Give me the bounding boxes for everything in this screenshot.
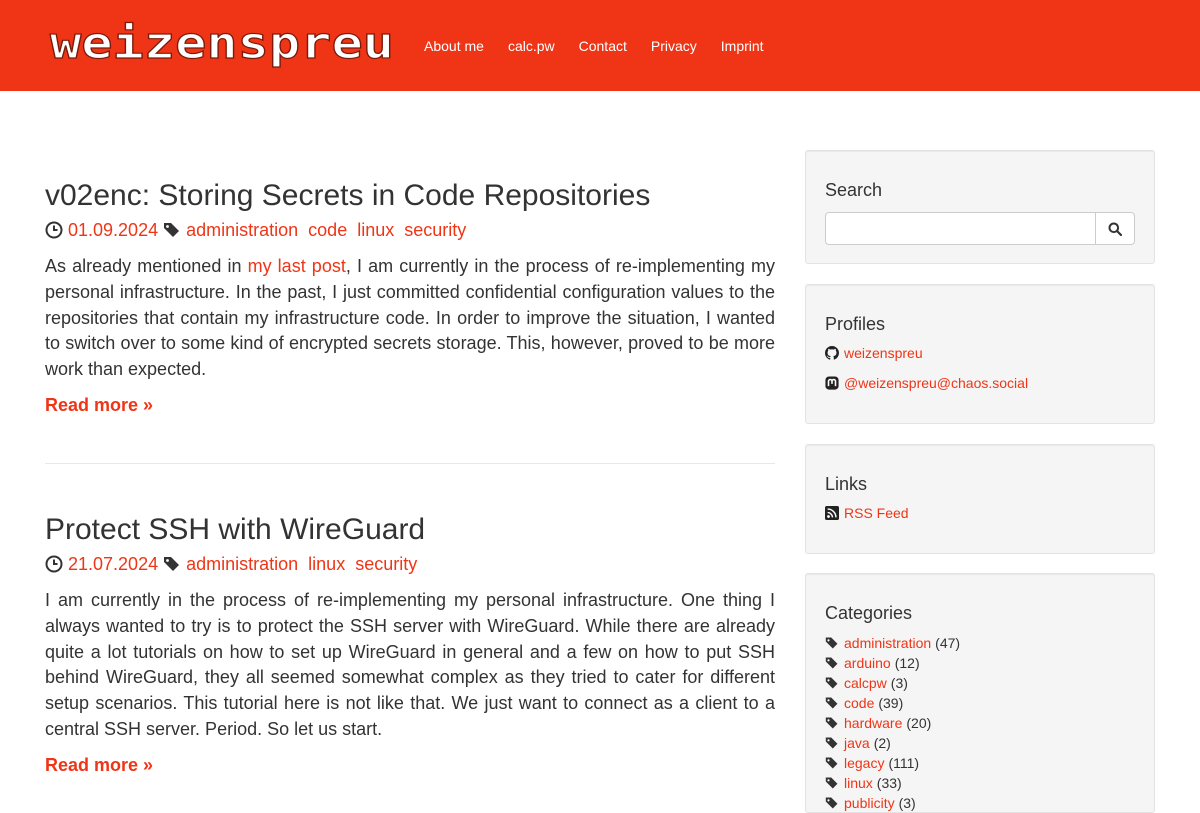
category-link[interactable]: arduino bbox=[844, 653, 891, 673]
tags-icon bbox=[164, 223, 180, 237]
category-item: code (39) bbox=[825, 693, 1135, 713]
widget-title: Links bbox=[825, 474, 868, 494]
tag-icon bbox=[825, 677, 838, 689]
post-item: v02enc: Storing Secrets in Code Reposito… bbox=[45, 178, 775, 416]
nav-about-me[interactable]: About me bbox=[412, 36, 496, 56]
tag-icon bbox=[825, 777, 838, 789]
category-list: administration (47) arduino (12) calcpw (3) co… bbox=[825, 633, 1135, 813]
category-count: (2) bbox=[873, 735, 891, 751]
category-count: (12) bbox=[894, 655, 920, 671]
excerpt-link[interactable]: my last post bbox=[248, 256, 346, 276]
category-link[interactable]: legacy bbox=[844, 753, 884, 773]
profile-link-github[interactable]: weizenspreu bbox=[844, 343, 923, 363]
brand-logo-text: weizenspreu bbox=[50, 18, 394, 69]
nav-contact[interactable]: Contact bbox=[567, 36, 639, 56]
tag-icon bbox=[825, 697, 838, 709]
category-count: (47) bbox=[935, 635, 961, 651]
search-widget: Search bbox=[805, 150, 1155, 264]
post-tag[interactable]: security bbox=[404, 220, 466, 240]
tag-icon bbox=[825, 737, 838, 749]
category-item: linux (33) bbox=[825, 773, 1135, 793]
categories-widget: Categories administration (47) arduino (12)… bbox=[805, 573, 1155, 813]
category-item: hardware (20) bbox=[825, 713, 1135, 733]
category-count: (20) bbox=[906, 715, 932, 731]
nav-links: About me calc.pw Contact Privacy Imprint bbox=[412, 0, 776, 91]
category-link[interactable]: calcpw bbox=[844, 673, 887, 693]
post-date[interactable]: 21.07.2024 bbox=[68, 552, 158, 576]
post-tag[interactable]: administration bbox=[186, 220, 298, 240]
link-item: RSS Feed bbox=[825, 503, 1135, 523]
category-item: publicity (3) bbox=[825, 793, 1135, 813]
category-count: (39) bbox=[878, 695, 904, 711]
post-tags: administration code linux security bbox=[186, 218, 471, 242]
brand-logo[interactable]: weizenspreu bbox=[48, 18, 398, 74]
nav-imprint[interactable]: Imprint bbox=[709, 36, 776, 56]
read-more-link[interactable]: Read more » bbox=[45, 755, 153, 776]
post-tag[interactable]: linux bbox=[308, 554, 345, 574]
search-icon bbox=[1108, 222, 1122, 236]
post-tag[interactable]: administration bbox=[186, 554, 298, 574]
category-link[interactable]: linux bbox=[844, 773, 873, 793]
search-button[interactable] bbox=[1096, 212, 1135, 245]
search-form bbox=[825, 212, 1135, 245]
tags-icon bbox=[164, 557, 180, 571]
profile-item: weizenspreu bbox=[825, 343, 1135, 363]
rss-icon bbox=[825, 506, 839, 520]
tag-icon bbox=[825, 657, 838, 669]
mastodon-icon bbox=[825, 376, 839, 390]
category-link[interactable]: administration bbox=[844, 633, 931, 653]
category-item: arduino (12) bbox=[825, 653, 1135, 673]
category-link[interactable]: publicity bbox=[844, 793, 895, 813]
category-count: (111) bbox=[888, 755, 920, 771]
profile-link-mastodon[interactable]: @weizenspreu@chaos.social bbox=[844, 373, 1028, 393]
profile-item: @weizenspreu@chaos.social bbox=[825, 373, 1135, 393]
post-tag[interactable]: security bbox=[355, 554, 417, 574]
category-item: administration (47) bbox=[825, 633, 1135, 653]
tag-icon bbox=[825, 717, 838, 729]
category-link[interactable]: code bbox=[844, 693, 874, 713]
tag-icon bbox=[825, 797, 838, 809]
profiles-widget: Profiles weizenspreu @weizenspreu@chaos.… bbox=[805, 284, 1155, 424]
post-excerpt: I am currently in the process of re-impl… bbox=[45, 590, 775, 739]
post-tag[interactable]: code bbox=[308, 220, 347, 240]
category-count: (3) bbox=[890, 675, 908, 691]
widget-title: Search bbox=[825, 180, 883, 200]
category-item: calcpw (3) bbox=[825, 673, 1135, 693]
post-meta: 01.09.2024 administration code linux sec… bbox=[45, 218, 775, 242]
category-link[interactable]: java bbox=[844, 733, 870, 753]
category-count: (3) bbox=[898, 795, 916, 811]
github-icon bbox=[825, 346, 839, 360]
tag-icon bbox=[825, 637, 838, 649]
tag-icon bbox=[825, 757, 838, 769]
clock-icon bbox=[45, 555, 63, 573]
post-divider bbox=[45, 463, 775, 464]
clock-icon bbox=[45, 221, 63, 239]
post-title[interactable]: v02enc: Storing Secrets in Code Reposito… bbox=[45, 178, 775, 214]
post-meta: 21.07.2024 administration linux security bbox=[45, 552, 775, 576]
post-excerpt: As already mentioned in my last post, I … bbox=[45, 254, 775, 383]
category-count: (33) bbox=[876, 775, 902, 791]
rss-feed-link[interactable]: RSS Feed bbox=[844, 503, 909, 523]
excerpt-text: As already mentioned in bbox=[45, 256, 248, 276]
category-item: java (2) bbox=[825, 733, 1135, 753]
post-title[interactable]: Protect SSH with WireGuard bbox=[45, 512, 775, 548]
nav-calc-pw[interactable]: calc.pw bbox=[496, 36, 567, 56]
post-tags: administration linux security bbox=[186, 552, 422, 576]
search-input[interactable] bbox=[825, 212, 1096, 245]
navbar: weizenspreu About me calc.pw Contact Pri… bbox=[0, 0, 1200, 91]
post-item: Protect SSH with WireGuard 21.07.2024 ad… bbox=[45, 512, 775, 776]
nav-privacy[interactable]: Privacy bbox=[639, 36, 709, 56]
links-widget: Links RSS Feed bbox=[805, 444, 1155, 554]
category-item: legacy (111) bbox=[825, 753, 1135, 773]
category-link[interactable]: hardware bbox=[844, 713, 902, 733]
post-tag[interactable]: linux bbox=[357, 220, 394, 240]
read-more-link[interactable]: Read more » bbox=[45, 395, 153, 416]
widget-title: Categories bbox=[825, 603, 913, 623]
post-date[interactable]: 01.09.2024 bbox=[68, 218, 158, 242]
widget-title: Profiles bbox=[825, 314, 886, 334]
